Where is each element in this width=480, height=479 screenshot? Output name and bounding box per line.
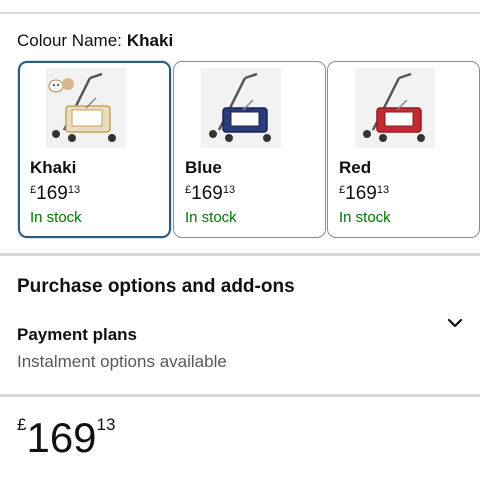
payment-plans-subtitle[interactable]: Instalment options available	[17, 352, 227, 372]
section-divider	[0, 253, 480, 256]
top-divider	[0, 12, 480, 14]
red-stroller-thumbnail	[355, 68, 435, 148]
price-fraction: 13	[96, 415, 116, 434]
chevron-down-icon[interactable]	[445, 313, 465, 333]
payment-plans-title[interactable]: Payment plans	[17, 325, 137, 345]
swatch-name: Red	[339, 158, 372, 177]
purchase-options-heading: Purchase options and add-ons	[17, 276, 295, 297]
swatch-name: Khaki	[30, 158, 77, 177]
price-divider	[0, 394, 480, 397]
swatch-price: £16913	[30, 183, 81, 204]
blue-stroller-thumbnail	[201, 68, 281, 148]
colour-name-value: Khaki	[126, 31, 174, 50]
swatch-stock-status: In stock	[339, 209, 391, 226]
swatch-khaki[interactable]: Khaki £16913 In stock	[18, 61, 171, 238]
product-price: £16913	[17, 414, 115, 462]
swatch-blue[interactable]: Blue £16913 In stock	[173, 61, 326, 238]
swatch-name: Blue	[185, 158, 222, 177]
colour-name-label: Colour Name:	[17, 31, 122, 50]
price-whole: 169	[26, 414, 97, 461]
colour-name-row: Colour Name: Khaki	[17, 31, 173, 51]
swatch-price: £16913	[185, 183, 236, 204]
khaki-stroller-thumbnail	[46, 68, 126, 148]
swatch-stock-status: In stock	[30, 209, 82, 226]
swatch-red[interactable]: Red £16913 In stock	[327, 61, 480, 238]
swatch-stock-status: In stock	[185, 209, 237, 226]
swatch-price: £16913	[339, 183, 390, 204]
